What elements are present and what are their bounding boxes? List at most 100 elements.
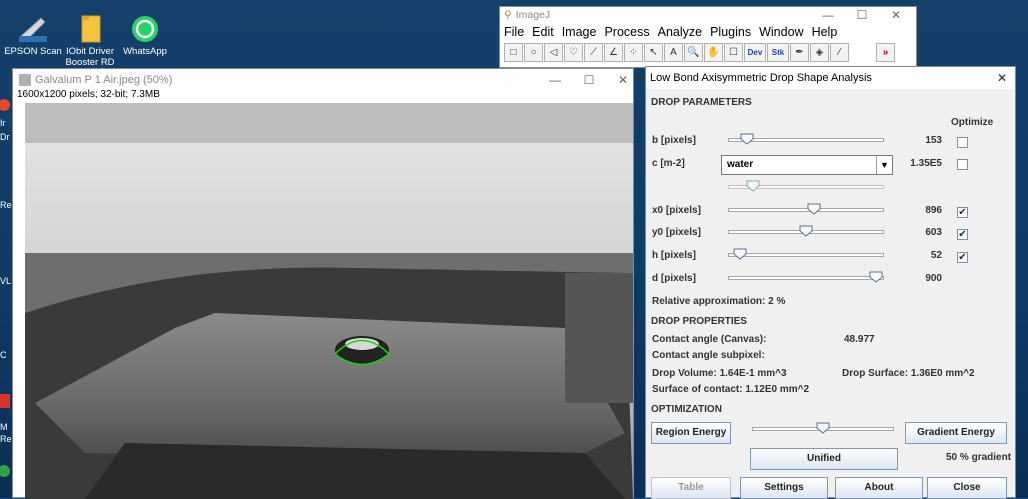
param-value-b: 153	[925, 135, 942, 146]
gradient-energy-button[interactable]: Gradient Energy	[905, 422, 1007, 444]
left-edge-label: Dr	[0, 132, 10, 142]
dialog-titlebar[interactable]: Low Bond Axisymmetric Drop Shape Analysi…	[646, 67, 1015, 89]
image-window[interactable]: Galvalum P 1 Air.jpeg (50%) — ☐ ✕ 1600x1…	[12, 68, 634, 499]
hand-tool-icon[interactable]: ✋	[704, 42, 723, 62]
desktop-icon-whatsapp[interactable]: WhatsApp	[114, 14, 176, 57]
dialog-close-icon[interactable]: ✕	[980, 67, 1024, 89]
close-button[interactable]: ✕	[874, 7, 918, 23]
menu-process[interactable]: Process	[604, 23, 649, 41]
dev-tool-icon[interactable]: Dev	[744, 42, 766, 62]
optimize-checkbox-x0[interactable]: ✔	[957, 207, 968, 218]
scanner-icon	[17, 14, 49, 44]
menu-plugins[interactable]: Plugins	[710, 23, 751, 41]
param-value-x0: 896	[925, 205, 942, 216]
stack-tool-icon[interactable]: Stk	[767, 42, 789, 62]
close-dialog-button[interactable]: Close	[927, 477, 1007, 499]
chevron-down-icon: ▼	[876, 156, 892, 174]
param-label-b: b [pixels]	[652, 135, 696, 146]
slider-thumb[interactable]	[799, 225, 813, 237]
optimization-slider[interactable]	[752, 422, 894, 434]
optimization-heading: OPTIMIZATION	[651, 404, 722, 415]
c-selected-value: water	[727, 159, 754, 170]
optimize-checkbox-y0[interactable]: ✔	[957, 229, 968, 240]
slider-thumb[interactable]	[869, 271, 883, 283]
slider-d[interactable]	[728, 271, 884, 283]
param-label-y0: y0 [pixels]	[652, 227, 701, 238]
brush-tool-icon[interactable]: ✒	[790, 42, 809, 62]
slider-thumb[interactable]	[733, 248, 747, 260]
param-label-h: h [pixels]	[652, 250, 696, 261]
flood-fill-tool-icon[interactable]: ◈	[810, 42, 829, 62]
rectangle-tool-icon[interactable]: □	[504, 42, 523, 62]
left-edge-label: VL	[0, 276, 12, 286]
text-tool-icon[interactable]: A	[664, 42, 683, 62]
magnifier-tool-icon[interactable]: 🔍	[684, 42, 703, 62]
slider-thumb[interactable]	[746, 180, 760, 192]
about-button[interactable]: About	[835, 477, 923, 499]
desktop-icon-epson-scan[interactable]: EPSON Scan	[2, 14, 64, 57]
left-edge-red-icon	[0, 392, 12, 410]
gradient-percent: 50 % gradient	[946, 452, 1012, 463]
param-label-x0: x0 [pixels]	[652, 205, 701, 216]
oval-tool-icon[interactable]: ○	[524, 42, 543, 62]
imagej-small-icon	[19, 74, 31, 86]
optimize-checkbox-h[interactable]: ✔	[957, 252, 968, 263]
line-tool-icon[interactable]: ⟋	[584, 42, 603, 62]
polygon-tool-icon[interactable]: ◁	[544, 42, 563, 62]
contact-angle-value: 48.977	[844, 334, 875, 345]
image-window-title: Galvalum P 1 Air.jpeg (50%)	[35, 74, 173, 86]
drop-surface: Drop Surface: 1.36E0 mm^2	[842, 368, 975, 379]
c-liquid-select[interactable]: water ▼	[721, 155, 893, 175]
slider-b[interactable]	[728, 133, 884, 145]
imagej-toolbar: □ ○ ◁ ♡ ⟋ ∠ ⁘ ↖ A 🔍 ✋ ☐ Dev Stk ✒ ◈ ⁄ »	[500, 41, 916, 63]
imagej-window[interactable]: ⚲ ImageJ — ☐ ✕ File Edit Image Process A…	[499, 6, 917, 68]
more-tools-icon[interactable]: »	[876, 42, 895, 62]
drop-analysis-dialog[interactable]: -bi Low Bond Axisymmetric Drop Shape Ana…	[634, 66, 1016, 499]
pencil-tool-icon[interactable]: ⁄	[830, 42, 849, 62]
param-label-c: c [m-2]	[652, 158, 685, 169]
freehand-tool-icon[interactable]: ♡	[564, 42, 583, 62]
point-tool-icon[interactable]: ⁘	[624, 42, 643, 62]
table-button[interactable]: Table	[651, 477, 731, 499]
desktop-icon-label: EPSON Scan	[4, 46, 62, 57]
optimize-checkbox-b[interactable]	[957, 137, 968, 148]
drop-parameters-heading: DROP PARAMETERS	[651, 97, 752, 108]
slider-c[interactable]	[728, 180, 884, 192]
left-edge-chrome-icon	[0, 96, 12, 114]
color-picker-icon[interactable]: ☐	[724, 42, 743, 62]
left-edge-label: C	[0, 350, 7, 360]
menu-image[interactable]: Image	[562, 23, 597, 41]
drop-properties-heading: DROP PROPERTIES	[651, 316, 747, 327]
menu-analyze[interactable]: Analyze	[658, 23, 702, 41]
desktop-icon-iobit[interactable]: IObit Driver Booster RD	[58, 14, 122, 68]
settings-button[interactable]: Settings	[740, 477, 828, 499]
drop-image-canvas[interactable]	[25, 103, 633, 499]
slider-thumb[interactable]	[816, 422, 830, 434]
param-value-h: 52	[930, 250, 942, 261]
menu-window[interactable]: Window	[759, 23, 803, 41]
slider-thumb[interactable]	[740, 133, 754, 145]
title-prefix: -bi	[634, 71, 646, 82]
menu-help[interactable]: Help	[812, 23, 838, 41]
param-value-c: 1.35E5	[910, 158, 942, 169]
angle-tool-icon[interactable]: ∠	[604, 42, 623, 62]
param-label-d: d [pixels]	[652, 273, 696, 284]
slider-h[interactable]	[728, 248, 884, 260]
slider-y0[interactable]	[728, 225, 884, 237]
imagej-menubar: File Edit Image Process Analyze Plugins …	[500, 23, 916, 41]
left-edge-label: Re	[0, 434, 12, 444]
region-energy-button[interactable]: Region Energy	[651, 422, 731, 444]
surface-of-contact: Surface of contact: 1.12E0 mm^2	[652, 384, 810, 395]
unified-button[interactable]: Unified	[750, 448, 898, 470]
slider-thumb[interactable]	[807, 203, 821, 215]
microscope-icon: ⚲	[504, 9, 512, 21]
slider-x0[interactable]	[728, 203, 884, 215]
image-info: 1600x1200 pixels; 32-bit; 7.3MB	[17, 89, 160, 100]
contact-angle-label: Contact angle (Canvas):	[652, 334, 767, 345]
menu-file[interactable]: File	[504, 23, 524, 41]
optimize-checkbox-c[interactable]	[957, 159, 968, 170]
wand-tool-icon[interactable]: ↖	[644, 42, 663, 62]
menu-edit[interactable]: Edit	[532, 23, 554, 41]
imagej-title: ImageJ	[515, 9, 551, 21]
relative-approximation: Relative approximation: 2 %	[652, 296, 786, 307]
